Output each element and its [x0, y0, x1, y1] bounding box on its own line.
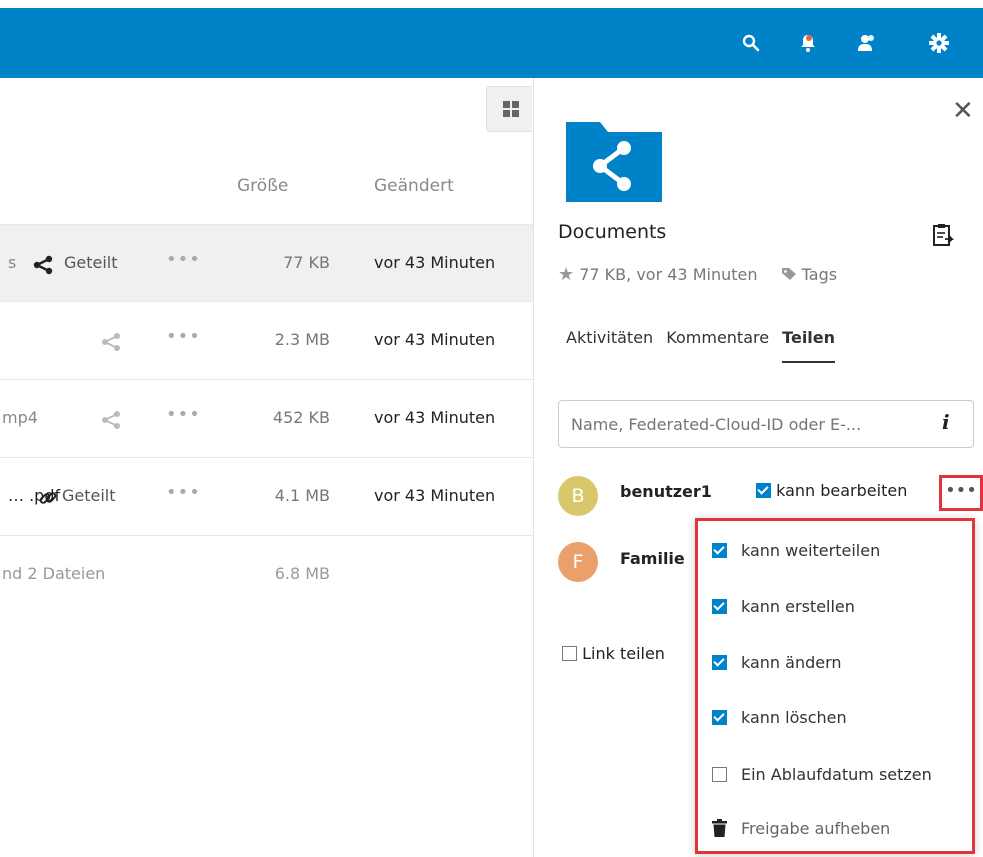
menu-item-unshare[interactable]: Freigabe aufheben	[712, 819, 890, 838]
close-sidebar-button[interactable]: ✕	[952, 98, 974, 124]
file-meta: ★ 77 KB, vor 43 Minuten Tags	[558, 264, 837, 285]
link-share-label: Link teilen	[582, 644, 665, 663]
column-modified[interactable]: Geändert	[374, 176, 454, 196]
file-info: 77 KB, vor 43 Minuten	[579, 265, 758, 284]
shared-label[interactable]: Geteilt	[62, 486, 116, 505]
file-size: 2.3 MB	[274, 330, 330, 349]
file-modified: vor 43 Minuten	[374, 408, 496, 427]
menu-item-can-delete[interactable]: kann löschen	[712, 708, 847, 727]
summary-size: 6.8 MB	[274, 564, 330, 583]
info-icon[interactable]: i	[942, 410, 950, 434]
trash-icon	[712, 819, 727, 837]
app-header	[0, 8, 983, 78]
checkbox[interactable]	[712, 710, 727, 725]
menu-item-set-expiration[interactable]: Ein Ablaufdatum setzen	[712, 765, 932, 784]
share-icon[interactable]	[100, 332, 122, 352]
search-icon[interactable]	[738, 30, 764, 56]
share-with-input[interactable]	[558, 400, 974, 448]
avatar: B	[558, 476, 598, 516]
tag-icon	[781, 268, 796, 280]
shared-label[interactable]: Geteilt	[64, 253, 118, 272]
avatar: F	[558, 542, 598, 582]
tab-sharing[interactable]: Teilen	[782, 328, 836, 363]
checkbox[interactable]	[562, 646, 577, 661]
file-size: 4.1 MB	[274, 486, 330, 505]
menu-item-can-reshare[interactable]: kann weiterteilen	[712, 541, 880, 560]
table-row[interactable]: mp4 ••• 452 KB vor 43 Minuten	[0, 380, 533, 458]
notifications-icon[interactable]	[795, 30, 821, 56]
shared-folder-icon	[564, 114, 664, 208]
table-row[interactable]: ••• 2.3 MB vor 43 Minuten	[0, 302, 533, 380]
share-group-name: Familie	[620, 549, 685, 568]
file-name-fragment: mp4	[2, 408, 38, 427]
settings-icon[interactable]	[926, 30, 952, 56]
can-edit-label: kann bearbeiten	[776, 481, 908, 500]
menu-item-can-change[interactable]: kann ändern	[712, 653, 842, 672]
share-permissions-menu: kann weiterteilen kann erstellen kann än…	[695, 518, 975, 854]
column-size[interactable]: Größe	[237, 176, 288, 196]
menu-item-label: kann ändern	[741, 653, 842, 672]
tab-comments[interactable]: Kommentare	[666, 328, 769, 347]
checkbox[interactable]	[756, 483, 771, 498]
link-icon[interactable]	[38, 488, 58, 508]
grid-view-toggle[interactable]	[486, 86, 532, 132]
file-name-fragment: s	[8, 253, 17, 272]
share-user-name: benutzer1	[620, 482, 712, 501]
menu-item-label: kann erstellen	[741, 597, 855, 616]
file-list: Größe Geändert s Geteilt ••• 77 KB vor 4…	[0, 78, 533, 857]
checkbox[interactable]	[712, 543, 727, 558]
can-edit-checkbox[interactable]: kann bearbeiten	[756, 481, 907, 500]
checkbox[interactable]	[712, 767, 727, 782]
file-modified: vor 43 Minuten	[374, 486, 496, 505]
contacts-icon[interactable]	[853, 30, 879, 56]
file-title: Documents	[558, 221, 667, 243]
file-modified: vor 43 Minuten	[374, 253, 496, 272]
menu-item-label: kann weiterteilen	[741, 541, 881, 560]
summary-row: nd 2 Dateien 6.8 MB	[0, 536, 533, 614]
tags-button[interactable]: Tags	[781, 265, 838, 284]
file-modified: vor 43 Minuten	[374, 330, 496, 349]
favorite-star-icon[interactable]: ★	[558, 264, 574, 285]
share-icon[interactable]	[100, 410, 122, 430]
menu-item-can-create[interactable]: kann erstellen	[712, 597, 855, 616]
grid-icon	[503, 101, 519, 117]
menu-item-label: kann löschen	[741, 708, 847, 727]
link-share-checkbox[interactable]: Link teilen	[562, 644, 665, 663]
file-size: 77 KB	[283, 253, 330, 272]
menu-item-label: Ein Ablaufdatum setzen	[741, 765, 932, 784]
more-actions-button[interactable]: •••	[166, 482, 201, 503]
file-size: 452 KB	[272, 408, 330, 427]
tags-label: Tags	[801, 265, 838, 284]
copy-link-icon[interactable]	[932, 223, 955, 251]
table-row[interactable]: s Geteilt ••• 77 KB vor 43 Minuten	[0, 224, 533, 302]
share-icon[interactable]	[32, 255, 54, 275]
sidebar-tabs: Aktivitäten Kommentare Teilen	[566, 328, 843, 363]
checkbox[interactable]	[712, 655, 727, 670]
tab-activities[interactable]: Aktivitäten	[566, 328, 653, 347]
share-options-button[interactable]: •••	[939, 475, 983, 511]
more-actions-button[interactable]: •••	[166, 404, 201, 425]
menu-item-label: Freigabe aufheben	[741, 819, 891, 838]
checkbox[interactable]	[712, 599, 727, 614]
summary-text: nd 2 Dateien	[2, 564, 106, 583]
more-actions-button[interactable]: •••	[166, 326, 201, 347]
table-row[interactable]: … .pdf Geteilt ••• 4.1 MB vor 43 Minuten	[0, 458, 533, 536]
more-actions-button[interactable]: •••	[166, 249, 201, 270]
